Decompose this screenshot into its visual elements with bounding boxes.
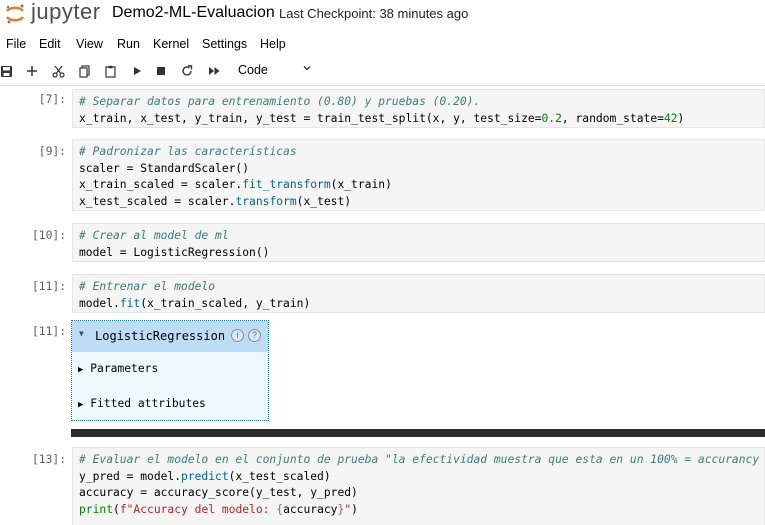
help-icon[interactable]: ? xyxy=(248,329,261,342)
code-cell[interactable]: # Crear al model de ml model = LogisticR… xyxy=(72,223,765,262)
restart-icon[interactable] xyxy=(176,60,198,82)
info-icon[interactable]: i xyxy=(231,329,244,342)
code-comment: # Entrenar el modelo xyxy=(79,280,216,293)
paste-icon[interactable] xyxy=(99,60,121,82)
estimator-output: ▼ LogisticRegression i ? ▶ Parameters ▶ … xyxy=(71,320,269,421)
checkpoint-status: Last Checkpoint: 38 minutes ago xyxy=(279,6,469,21)
parameters-toggle[interactable]: ▶ Parameters xyxy=(78,362,158,375)
estimator-header[interactable]: ▼ LogisticRegression i ? xyxy=(72,321,268,352)
copy-icon[interactable] xyxy=(73,60,95,82)
cell-prompt: [9]: xyxy=(38,145,66,158)
cell-prompt: [7]: xyxy=(38,93,66,106)
cell-prompt: [10]: xyxy=(31,229,66,242)
cell-prompt: [13]: xyxy=(31,453,66,466)
code-cell[interactable]: # Separar datos para entrenamiento (0.80… xyxy=(72,89,765,128)
code-comment: # Padronizar las características xyxy=(79,145,297,158)
logo-text: jupyter xyxy=(31,0,101,24)
stop-icon[interactable] xyxy=(150,60,172,82)
menu-run[interactable]: Run xyxy=(117,37,140,51)
code-line: model.fit(x_train_scaled, y_train) xyxy=(79,296,311,310)
add-cell-icon[interactable] xyxy=(21,60,43,82)
menu-edit[interactable]: Edit xyxy=(39,37,61,51)
code-line: model = LogisticRegression() xyxy=(79,245,270,259)
jupyter-logo-icon xyxy=(5,4,25,24)
expand-arrow-icon: ▶ xyxy=(78,365,84,375)
menu-view[interactable]: View xyxy=(76,37,103,51)
parameters-label: Parameters xyxy=(90,362,159,375)
menu-settings[interactable]: Settings xyxy=(202,37,247,51)
cut-icon[interactable] xyxy=(47,60,69,82)
notebook-title[interactable]: Demo2-ML-Evaluacion xyxy=(112,4,275,22)
code-cell[interactable]: # Entrenar el modelo model.fit(x_train_s… xyxy=(72,274,765,313)
chevron-down-icon[interactable] xyxy=(302,63,312,73)
code-line: x_train_scaled = scaler.fit_transform(x_… xyxy=(79,178,392,192)
menu-bar: File Edit View Run Kernel Settings Help xyxy=(0,34,765,54)
fitted-attributes-toggle[interactable]: ▶ Fitted attributes xyxy=(78,397,206,410)
code-comment: # Evaluar el modelo en el conjunto de pr… xyxy=(79,453,765,466)
run-all-icon[interactable] xyxy=(203,60,225,82)
cell-type-select[interactable]: Code xyxy=(238,63,268,77)
code-line: accuracy = accuracy_score(y_test, y_pred… xyxy=(79,486,358,500)
code-comment: # Separar datos para entrenamiento (0.80… xyxy=(79,95,481,108)
scroll-separator xyxy=(71,429,765,437)
header: jupyter Demo2-ML-Evaluacion Last Checkpo… xyxy=(0,0,765,30)
collapse-arrow-icon[interactable]: ▼ xyxy=(79,329,84,338)
estimator-title: LogisticRegression xyxy=(95,329,226,343)
menu-help[interactable]: Help xyxy=(260,37,286,51)
code-line: scaler = StandardScaler() xyxy=(79,161,250,175)
code-line: print(f"Accuracy del modelo: {accuracy}"… xyxy=(79,502,358,516)
run-icon[interactable] xyxy=(126,60,148,82)
expand-arrow-icon: ▶ xyxy=(78,400,84,410)
code-line: x_train, x_test, y_train, y_test = train… xyxy=(79,111,685,125)
code-line: x_test_scaled = scaler.transform(x_test) xyxy=(79,194,352,208)
code-line: y_pred = model.predict(x_test_scaled) xyxy=(79,469,331,483)
fitted-attributes-label: Fitted attributes xyxy=(90,397,206,410)
toolbar: Code xyxy=(0,57,765,86)
save-icon[interactable] xyxy=(0,60,17,82)
cell-prompt: [11]: xyxy=(31,280,66,293)
code-comment: # Crear al model de ml xyxy=(79,229,229,242)
menu-kernel[interactable]: Kernel xyxy=(153,37,189,51)
code-cell[interactable]: # Padronizar las características scaler … xyxy=(72,139,765,211)
code-cell[interactable]: # Evaluar el modelo en el conjunto de pr… xyxy=(72,447,765,525)
output-prompt: [11]: xyxy=(31,325,66,338)
menu-file[interactable]: File xyxy=(6,37,26,51)
